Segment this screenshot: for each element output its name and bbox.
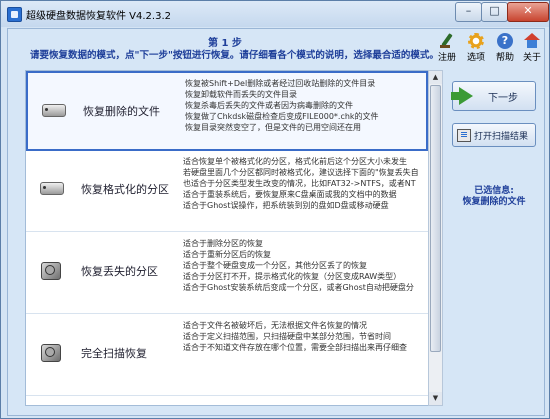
main-panel: 第 1 步 请要恢复数据的模式，点"下一步"按钮进行恢复。请仔细看各个模式的说明… xyxy=(7,28,545,416)
scroll-up-button[interactable]: ▲ xyxy=(429,71,442,84)
arrow-right-icon xyxy=(451,87,473,105)
mode-desc-line: 适合于整个硬盘变成一个分区，其他分区丢了的恢复 xyxy=(183,261,367,270)
floppy-drive-icon xyxy=(40,180,64,196)
mode-desc-line: 恢复卸载软件而丢失的文件目录 xyxy=(185,90,297,99)
mode-name: 恢复丢失的分区 xyxy=(81,265,158,278)
about-button[interactable]: 关于 xyxy=(519,33,545,63)
mode-desc-line: 适合于Ghost误操作，把系统装到别的盘如D盘或移动硬盘 xyxy=(183,201,389,210)
selected-info-value: 恢复删除的文件 xyxy=(462,197,526,207)
help-button[interactable]: ? 帮助 xyxy=(492,33,518,63)
mode-name: 恢复格式化的分区 xyxy=(81,183,169,196)
mode-desc-line: 适合于不知道文件存放在哪个位置，需要全部扫描出来再仔细查 xyxy=(183,343,407,352)
mode-desc-line: 若硬盘里面几个分区都同时被格式化，建议选择下面的"恢复丢失自 xyxy=(183,168,419,177)
list-scrollbar[interactable]: ▲ ▼ xyxy=(428,70,443,406)
mode-desc-line: 适合于定义扫描范围，只扫描硬盘中某部分范围，节省时间 xyxy=(183,332,391,341)
mode-desc-line: 恢复做了Chkdsk磁盘检查后变成FILE000*.chk的文件 xyxy=(185,112,379,121)
title-bar[interactable]: 超级硬盘数据恢复软件 V4.2.3.2 – □ ✕ xyxy=(1,1,549,27)
mode-name: 恢复删除的文件 xyxy=(83,105,160,118)
gear-icon xyxy=(468,33,484,49)
hard-disk-icon xyxy=(40,262,62,280)
mode-desc-line: 适合于Ghost安装系统后变成一个分区，或者Ghost自动把硬盘分 xyxy=(183,283,414,292)
mode-desc-line: 也适合于分区类型发生改变的情况，比如FAT32->NTFS，或者NT xyxy=(183,179,416,188)
help-icon: ? xyxy=(497,33,513,49)
register-label: 注册 xyxy=(437,53,456,63)
mode-recover-lost-partition[interactable]: 恢复丢失的分区 适合于删除分区的恢复 适合于重新分区后的恢复 适合于整个硬盘变成… xyxy=(26,233,428,314)
mode-desc-line: 适合于删除分区的恢复 xyxy=(183,239,263,248)
mode-description: 适合于删除分区的恢复 适合于重新分区后的恢复 适合于整个硬盘变成一个分区，其他分… xyxy=(183,238,428,293)
mode-recover-formatted[interactable]: 恢复格式化的分区 适合恢复单个被格式化的分区，格式化前后这个分区大小未发生 若硬… xyxy=(26,151,428,232)
selected-info-heading: 已选信息: xyxy=(474,186,514,196)
about-label: 关于 xyxy=(522,53,541,63)
mode-desc-line: 适合于重新分区后的恢复 xyxy=(183,250,271,259)
scroll-thumb[interactable] xyxy=(430,85,441,352)
floppy-drive-icon xyxy=(42,102,66,118)
app-window: 超级硬盘数据恢复软件 V4.2.3.2 – □ ✕ 第 1 步 请要恢复数据的模… xyxy=(0,0,550,419)
mode-desc-line: 恢复目录突然变空了，但是文件的已用空间还在用 xyxy=(185,123,361,132)
window-title: 超级硬盘数据恢复软件 V4.2.3.2 xyxy=(26,11,172,22)
mode-desc-line: 适合恢复单个被格式化的分区，格式化前后这个分区大小未发生 xyxy=(183,157,407,166)
options-button[interactable]: 选项 xyxy=(463,33,489,63)
hard-disk-icon xyxy=(40,344,62,362)
mode-full-scan[interactable]: 完全扫描恢复 适合于文件名被破坏后，无法根据文件名恢复的情况 适合于定义扫描范围… xyxy=(26,315,428,396)
pen-icon xyxy=(439,33,455,49)
next-step-label: 下一步 xyxy=(488,93,518,104)
mode-desc-line: 适合于重装系统后，要恢复原来C盘桌面或我的文档中的数据 xyxy=(183,190,397,199)
scroll-down-button[interactable]: ▼ xyxy=(429,392,442,405)
open-scan-results-label: 打开扫描结果 xyxy=(474,132,529,142)
document-icon xyxy=(457,129,471,142)
selected-info: 已选信息: 恢复删除的文件 xyxy=(451,186,537,208)
step-instruction: 请要恢复数据的模式，点"下一步"按钮进行恢复。请仔细看各个模式的说明，选择最合适… xyxy=(30,50,439,61)
mode-desc-line: 适合于文件名被破坏后，无法根据文件名恢复的情况 xyxy=(183,321,367,330)
next-step-button[interactable]: 下一步 xyxy=(451,81,536,111)
mode-description: 适合于文件名被破坏后，无法根据文件名恢复的情况 适合于定义扫描范围，只扫描硬盘中… xyxy=(183,320,428,353)
maximize-button[interactable]: □ xyxy=(481,2,508,22)
options-label: 选项 xyxy=(466,53,485,63)
mode-description: 适合恢复单个被格式化的分区，格式化前后这个分区大小未发生 若硬盘里面几个分区都同… xyxy=(183,156,428,211)
home-icon xyxy=(524,33,540,49)
help-label: 帮助 xyxy=(495,53,514,63)
minimize-button[interactable]: – xyxy=(455,2,482,22)
mode-name: 完全扫描恢复 xyxy=(81,347,147,360)
close-button[interactable]: ✕ xyxy=(507,2,549,22)
open-scan-results-button[interactable]: 打开扫描结果 xyxy=(452,123,536,147)
mode-description: 恢复被Shift+Del删除或者经过回收站删除的文件目录 恢复卸载软件而丢失的文… xyxy=(185,78,428,133)
register-button[interactable]: 注册 xyxy=(434,33,460,63)
mode-recover-deleted[interactable]: 恢复删除的文件 恢复被Shift+Del删除或者经过回收站删除的文件目录 恢复卸… xyxy=(26,71,428,151)
mode-desc-line: 适合于分区打不开，提示格式化的恢复（分区变成RAW类型） xyxy=(183,272,402,281)
mode-desc-line: 恢复杀毒后丢失的文件或者因为病毒删除的文件 xyxy=(185,101,353,110)
recovery-mode-list: 恢复删除的文件 恢复被Shift+Del删除或者经过回收站删除的文件目录 恢复卸… xyxy=(25,70,429,406)
app-icon xyxy=(7,7,22,22)
mode-desc-line: 恢复被Shift+Del删除或者经过回收站删除的文件目录 xyxy=(185,79,376,88)
